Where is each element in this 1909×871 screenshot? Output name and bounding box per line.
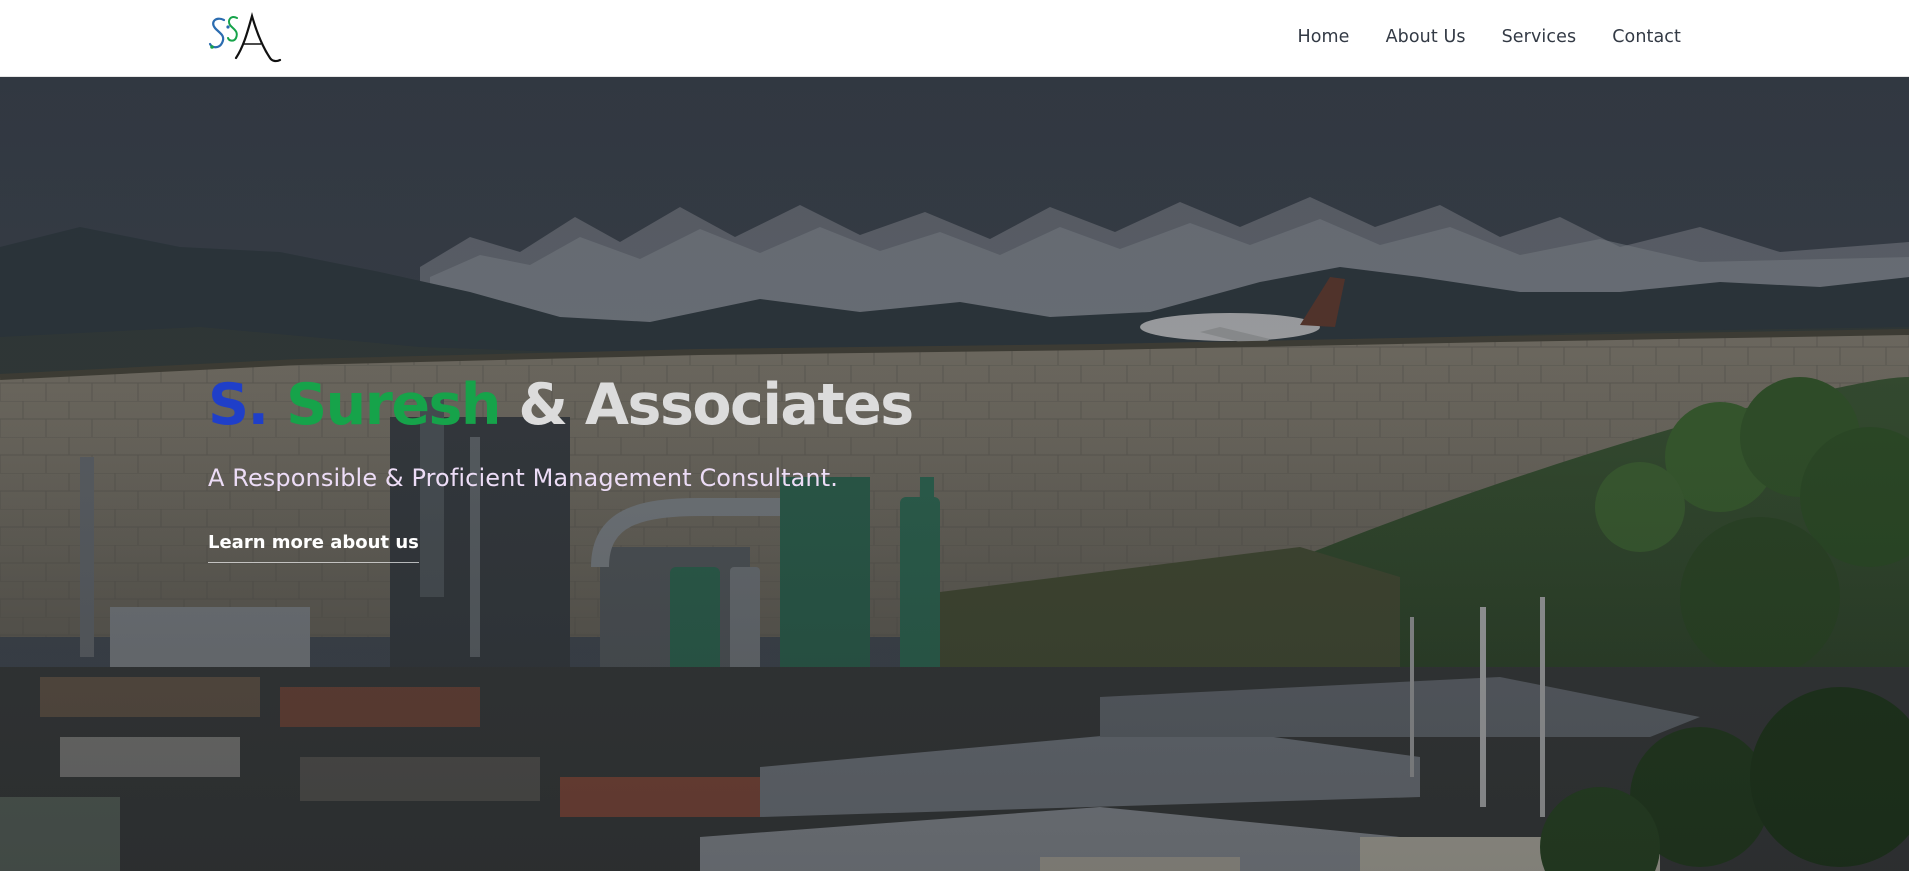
nav-contact-link[interactable]: Contact xyxy=(1612,27,1681,47)
learn-more-link[interactable]: Learn more about us xyxy=(208,532,419,563)
title-initial: S. xyxy=(208,372,269,438)
nav-home-link[interactable]: Home xyxy=(1297,27,1349,47)
nav-services-link[interactable]: Services xyxy=(1502,27,1577,47)
title-surname: Suresh xyxy=(286,372,501,438)
hero-subtitle: A Responsible & Proficient Management Co… xyxy=(208,464,838,492)
site-header: Home About Us Services Contact xyxy=(0,0,1909,77)
hero-content: S. Suresh & Associates A Responsible & P… xyxy=(208,377,914,563)
title-associates: & Associates xyxy=(518,372,914,438)
hero-title: S. Suresh & Associates xyxy=(208,377,914,434)
nav-about-link[interactable]: About Us xyxy=(1386,27,1466,47)
ssa-logo[interactable] xyxy=(206,8,286,64)
main-nav: Home About Us Services Contact xyxy=(1297,0,1681,73)
hero-section: S. Suresh & Associates A Responsible & P… xyxy=(0,77,1909,871)
